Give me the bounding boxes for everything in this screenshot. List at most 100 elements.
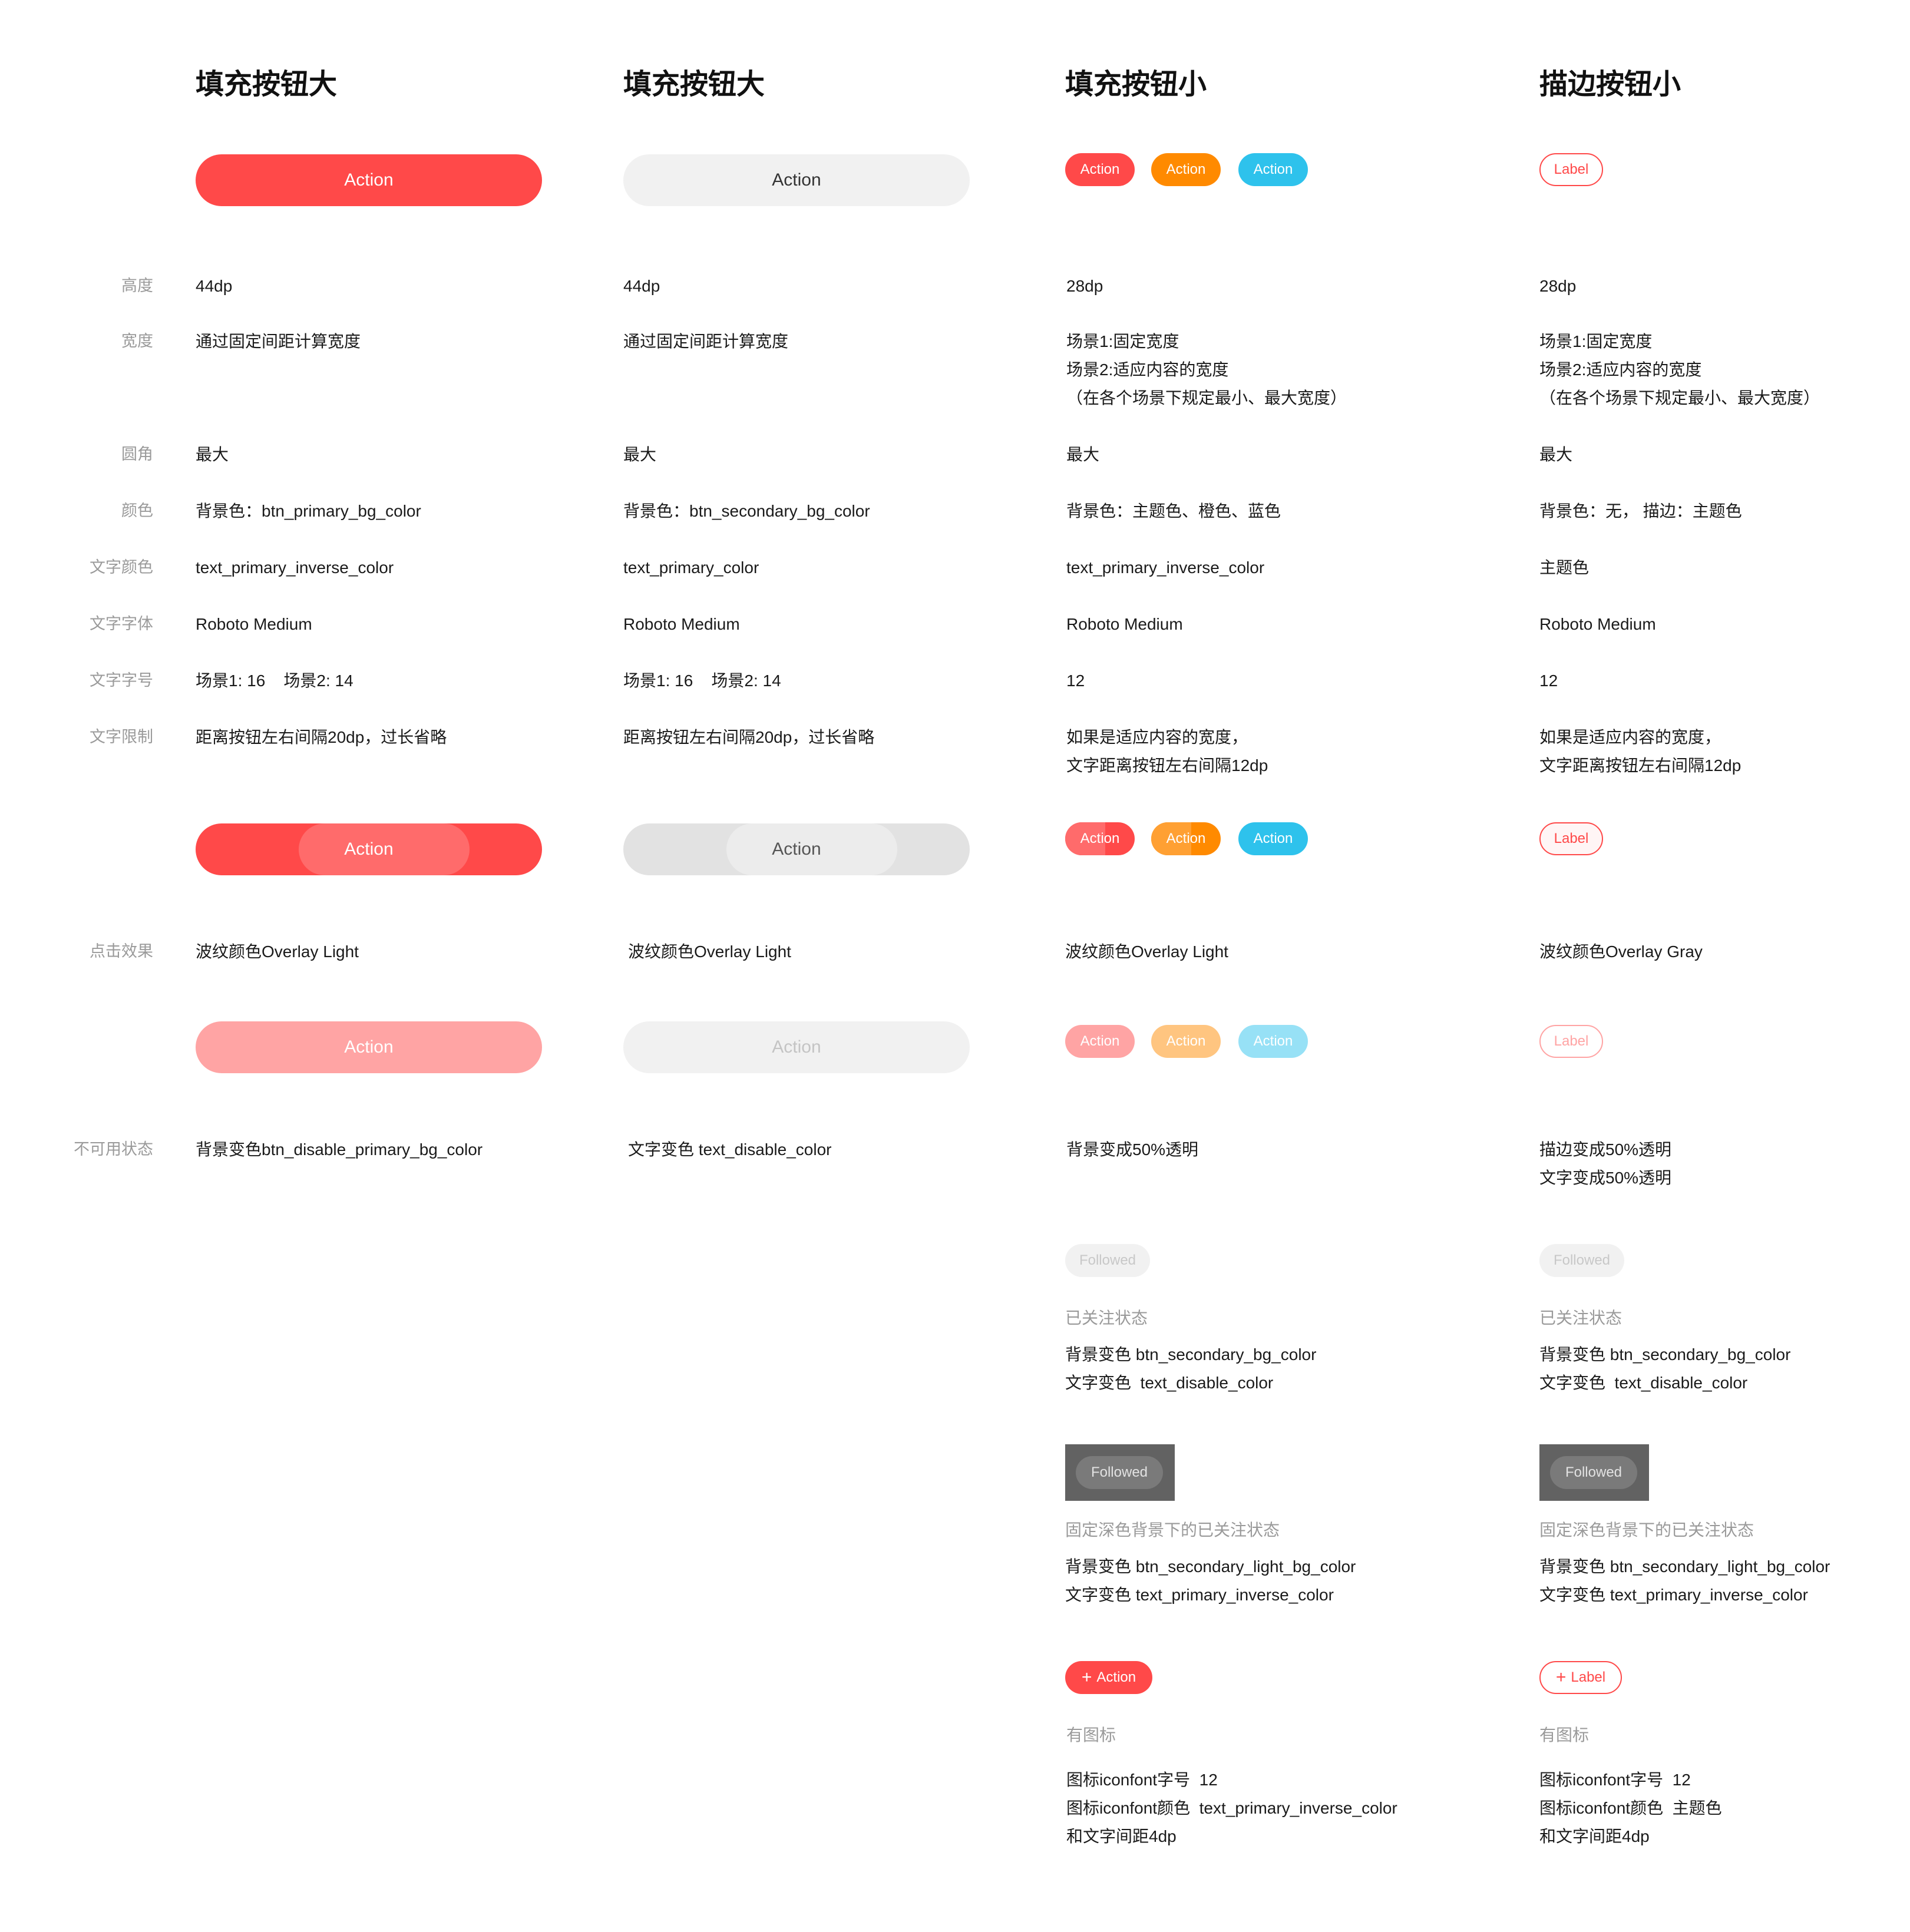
followed-button-dark[interactable]: Followed <box>1076 1456 1163 1489</box>
col4-icon-1: 图标iconfont字号 12 <box>1539 1771 1691 1789</box>
col3-width-2: 场景2:适应内容的宽度 <box>1066 360 1229 379</box>
col1-height: 44dp <box>196 277 233 295</box>
outline-label-button-disabled: Label <box>1539 1025 1603 1058</box>
col4-height: 28dp <box>1539 277 1577 295</box>
button-label: Label <box>1554 831 1589 846</box>
button-label: Action <box>772 839 821 859</box>
col4-dark-1: 背景变色 btn_secondary_light_bg_color <box>1539 1557 1830 1576</box>
col3-followed-title: 已关注状态 <box>1065 1309 1148 1327</box>
small-orange-button[interactable]: Action <box>1151 153 1221 186</box>
small-primary-button-pressed[interactable]: Action <box>1065 822 1135 855</box>
col1-text-size: 场景1: 16 场景2: 14 <box>196 671 353 690</box>
followed-button-dark[interactable]: Followed <box>1550 1456 1637 1489</box>
button-label: Followed <box>1553 1252 1611 1268</box>
col4-disabled-1: 描边变成50%透明 <box>1539 1140 1672 1159</box>
outline-label-button[interactable]: Label <box>1539 153 1603 186</box>
button-label: Action <box>1096 1669 1136 1685</box>
col2-press: 波纹颜色Overlay Light <box>628 942 791 961</box>
col1-width: 通过固定间距计算宽度 <box>196 332 361 350</box>
followed-button[interactable]: Followed <box>1065 1244 1150 1277</box>
col4-title: 描边按钮小 <box>1539 69 1681 100</box>
small-orange-button-pressed[interactable]: Action <box>1151 822 1221 855</box>
col3-corner: 最大 <box>1066 445 1100 464</box>
small-primary-button[interactable]: Action <box>1065 153 1135 186</box>
button-label: Action <box>1080 831 1120 846</box>
col3-followed-1: 背景变色 btn_secondary_bg_color <box>1065 1345 1317 1364</box>
col4-icon-title: 有图标 <box>1539 1726 1590 1744</box>
secondary-large-button[interactable]: Action <box>623 154 970 206</box>
col1-title: 填充按钮大 <box>196 69 338 100</box>
button-label: Action <box>1253 161 1293 177</box>
button-label: Action <box>1253 831 1293 846</box>
button-label: Action <box>772 170 821 190</box>
col2-text-limit: 距离按钮左右间隔20dp，过长省略 <box>623 728 875 746</box>
primary-large-button-disabled: Action <box>196 1021 542 1073</box>
button-label: Action <box>1253 1033 1293 1049</box>
button-label: Label <box>1554 1033 1589 1049</box>
plus-icon: + <box>1555 1668 1567 1687</box>
button-label: Action <box>772 1037 821 1057</box>
button-label: Label <box>1571 1669 1606 1685</box>
label-disabled: 不可用状态 <box>74 1140 153 1158</box>
col4-press: 波纹颜色Overlay Gray <box>1539 942 1703 961</box>
col4-followed-1: 背景变色 btn_secondary_bg_color <box>1539 1345 1791 1364</box>
col3-icon-2: 图标iconfont颜色 text_primary_inverse_color <box>1066 1799 1397 1817</box>
button-label: Label <box>1554 161 1589 177</box>
button-label: Action <box>1166 831 1206 846</box>
col3-press: 波纹颜色Overlay Light <box>1065 942 1228 961</box>
col4-dark-title: 固定深色背景下的已关注状态 <box>1539 1521 1754 1539</box>
col3-width-3: （在各个场景下规定最小、最大宽度） <box>1066 389 1347 407</box>
col3-icon-title: 有图标 <box>1066 1726 1116 1744</box>
outline-label-button-pressed[interactable]: Label <box>1539 822 1603 855</box>
button-label: Action <box>1166 161 1206 177</box>
col3-dark-title: 固定深色背景下的已关注状态 <box>1065 1521 1280 1539</box>
col3-text-size: 12 <box>1066 671 1085 690</box>
col4-text-font: Roboto Medium <box>1539 615 1656 633</box>
col2-text-font: Roboto Medium <box>623 615 740 633</box>
button-label: Action <box>344 1037 394 1057</box>
small-orange-button-disabled: Action <box>1151 1025 1221 1058</box>
col1-color: 背景色：btn_primary_bg_color <box>196 502 421 520</box>
primary-large-button[interactable]: Action <box>196 154 542 206</box>
col3-text-font: Roboto Medium <box>1066 615 1183 633</box>
col3-width-1: 场景1:固定宽度 <box>1066 332 1179 350</box>
label-color: 颜色 <box>121 502 153 520</box>
col2-text-size: 场景1: 16 场景2: 14 <box>623 671 781 690</box>
col4-followed-2: 文字变色 text_disable_color <box>1539 1374 1748 1392</box>
small-blue-button[interactable]: Action <box>1238 153 1308 186</box>
button-label: Followed <box>1091 1464 1148 1480</box>
col4-text-limit-1: 如果是适应内容的宽度， <box>1539 728 1721 746</box>
label-text-limit: 文字限制 <box>90 728 153 746</box>
icon-label-button[interactable]: + Label <box>1539 1661 1622 1694</box>
col2-width: 通过固定间距计算宽度 <box>623 332 789 350</box>
label-height: 高度 <box>121 277 153 295</box>
dark-background-sample: Followed <box>1539 1444 1649 1501</box>
label-text-font: 文字字体 <box>90 615 153 633</box>
secondary-large-button-pressed[interactable]: Action <box>623 823 970 875</box>
col3-dark-1: 背景变色 btn_secondary_light_bg_color <box>1065 1557 1356 1576</box>
primary-large-button-pressed[interactable]: Action <box>196 823 542 875</box>
col3-disabled: 背景变成50%透明 <box>1066 1140 1199 1159</box>
followed-button[interactable]: Followed <box>1539 1244 1624 1277</box>
col1-text-limit: 距离按钮左右间隔20dp，过长省略 <box>196 728 447 746</box>
dark-background-sample: Followed <box>1065 1444 1175 1501</box>
col3-text-limit-1: 如果是适应内容的宽度， <box>1066 728 1248 746</box>
col3-followed-2: 文字变色 text_disable_color <box>1065 1374 1274 1392</box>
col4-icon-3: 和文字间距4dp <box>1539 1827 1650 1845</box>
col1-corner: 最大 <box>196 445 229 464</box>
small-blue-button-pressed[interactable]: Action <box>1238 822 1308 855</box>
label-corner: 圆角 <box>121 445 153 463</box>
small-primary-button-disabled: Action <box>1065 1025 1135 1058</box>
label-width: 宽度 <box>121 332 153 350</box>
col4-text-size: 12 <box>1539 671 1558 690</box>
col2-height: 44dp <box>623 277 660 295</box>
col4-width-1: 场景1:固定宽度 <box>1539 332 1653 350</box>
col4-followed-title: 已关注状态 <box>1539 1309 1622 1327</box>
label-text-color: 文字颜色 <box>90 558 153 576</box>
col3-title: 填充按钮小 <box>1065 69 1207 100</box>
secondary-large-button-disabled: Action <box>623 1021 970 1073</box>
icon-action-button[interactable]: + Action <box>1065 1661 1152 1694</box>
col3-color: 背景色：主题色、橙色、蓝色 <box>1066 502 1281 520</box>
col1-text-color: text_primary_inverse_color <box>196 558 394 577</box>
col3-icon-3: 和文字间距4dp <box>1066 1827 1177 1845</box>
